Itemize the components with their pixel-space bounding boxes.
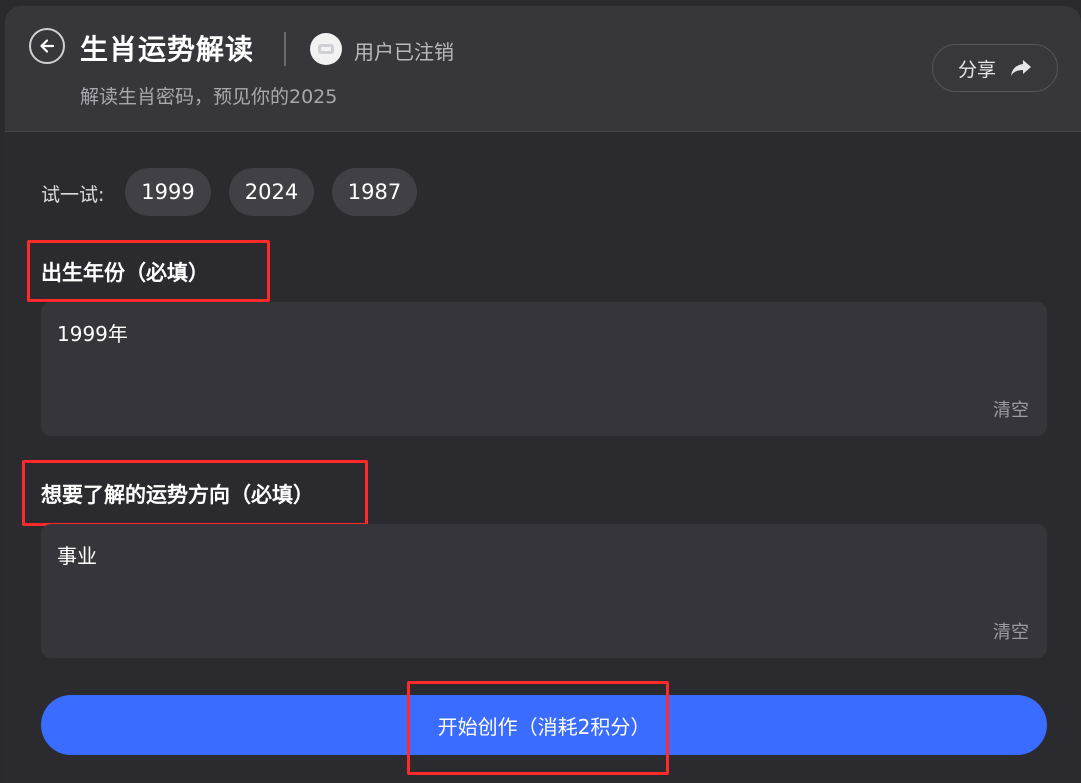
birth-year-value: 1999年 [57, 322, 128, 346]
highlight-box-birth-year [27, 240, 270, 302]
fortune-direction-field[interactable]: 事业 清空 [41, 524, 1047, 658]
back-button[interactable] [29, 28, 65, 64]
page-subtitle: 解读生肖密码，预见你的2025 [80, 86, 338, 108]
main-panel: 生肖运势解读 用户已注销 解读生肖密码，预见你的2025 分享 试一试: 199… [5, 6, 1081, 783]
share-button[interactable]: 分享 [932, 44, 1058, 92]
highlight-box-fortune-direction [22, 460, 368, 526]
example-chip-2024[interactable]: 2024 [229, 168, 314, 216]
share-arrow-icon [1011, 60, 1031, 76]
fortune-direction-clear-button[interactable]: 清空 [993, 618, 1029, 644]
user-avatar-icon [318, 44, 334, 54]
avatar[interactable] [310, 33, 342, 65]
fortune-direction-value: 事业 [57, 544, 97, 568]
share-label: 分享 [957, 58, 996, 81]
example-chip-1999[interactable]: 1999 [125, 168, 211, 216]
user-name: 用户已注销 [354, 40, 454, 64]
try-label: 试一试: [41, 184, 105, 206]
example-chip-1987[interactable]: 1987 [332, 168, 417, 216]
page-title: 生肖运势解读 [80, 33, 255, 66]
highlight-box-submit [407, 681, 669, 775]
header: 生肖运势解读 用户已注销 解读生肖密码，预见你的2025 分享 [5, 6, 1081, 132]
birth-year-field[interactable]: 1999年 清空 [41, 302, 1047, 436]
birth-year-clear-button[interactable]: 清空 [993, 396, 1029, 422]
arrow-left-icon [40, 39, 55, 53]
title-divider [284, 32, 286, 66]
